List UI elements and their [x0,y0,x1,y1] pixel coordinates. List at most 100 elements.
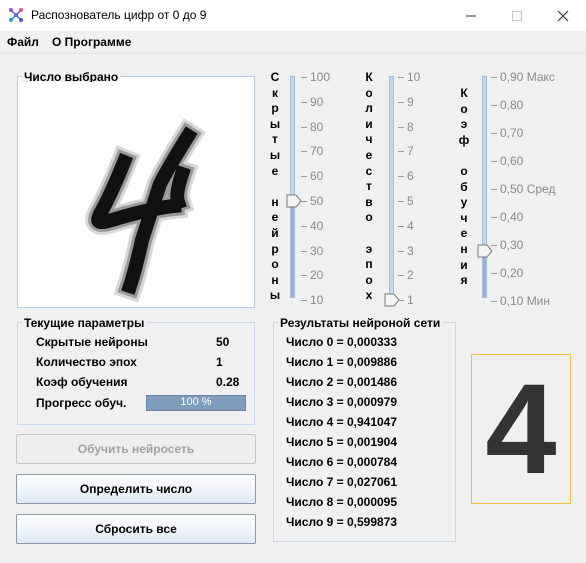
result-line: Число 5 = 0,001904 [286,435,398,449]
slider-tick [398,126,404,128]
vertical-label-char: К [365,70,373,84]
result-line: Число 7 = 0,027061 [286,475,398,489]
slider-tick-label: 0,50 Сред [500,182,556,196]
hidden-neurons-label-text: Скрытые нейроны [268,70,282,304]
vertical-label-char: ч [365,132,373,147]
minimize-button[interactable] [448,0,494,31]
slider-tick [301,225,307,227]
slider-tick-label: 4 [407,218,414,233]
epochs-track[interactable] [389,76,394,298]
slider-tick [398,77,404,78]
vertical-label-char: э [365,241,373,256]
vertical-label-char: и [365,116,373,131]
slider-tick [301,275,307,277]
learning-rate-track[interactable] [482,76,487,298]
reset-all-button[interactable]: Сбросить все [16,514,256,544]
slider-tick [491,133,497,134]
vertical-label-char: э [460,117,468,132]
slider-tick-label: 0,30 [500,238,524,252]
learning-rate-label-text: Коэф обучения [457,86,471,289]
vertical-label-char: е [460,226,468,241]
vertical-label-char: о [365,272,373,287]
slider-tick [491,161,497,162]
param-value-learning-rate: 0.28 [216,375,240,389]
slider-tick [398,201,404,202]
vertical-label-char: ы [269,147,281,162]
app-network-icon [9,8,23,22]
slider-tick-label: 10 [310,293,324,308]
vertical-label-char: х [365,288,373,303]
result-line: Число 3 = 0,000979 [286,395,398,409]
slider-tick [491,105,497,106]
slider-tick-label: 50 [310,194,324,208]
param-value-epochs: 1 [216,355,223,369]
slider-tick [398,176,404,178]
learning-rate-label: Коэф обучения [457,86,471,289]
param-label-learning-rate: Коэф обучения [36,375,128,389]
slider-tick [301,77,307,78]
window-title: Распознователь цифр от 0 до 9 [31,8,207,22]
minimize-icon [466,15,476,17]
menu-about[interactable]: О Программе [52,35,131,49]
slider-tick-label: 2 [407,268,414,283]
slider-tick-label: 0,40 [500,210,524,224]
slider-tick-label: 20 [310,268,324,283]
slider-tick-label: 0,20 [500,266,524,280]
vertical-label-char: К [460,86,468,100]
vertical-label-char: ы [269,116,281,131]
vertical-label-char: н [271,194,279,209]
hidden-neurons-track-fill [291,201,294,297]
vertical-label-char: н [271,272,279,287]
drawing-canvas[interactable] [20,82,252,304]
hidden-neurons-thumb[interactable] [286,194,302,208]
result-line: Число 8 = 0,000095 [286,495,398,509]
vertical-label-char: с [365,163,373,178]
pen-stroke [170,165,191,211]
result-line: Число 6 = 0,000784 [286,455,398,469]
slider-tick [398,101,404,103]
slider-tick-label: 80 [310,119,324,134]
predicted-digit: 4 [485,358,557,501]
slider-tick-label: 0,60 [500,154,524,168]
vertical-label-char: б [460,179,468,194]
learning-rate-thumb[interactable] [477,244,493,258]
maximize-icon [512,11,522,21]
progress-label: Прогресс обуч. [36,396,127,410]
slider-tick [398,250,404,252]
slider-tick-label: 60 [310,169,324,184]
vertical-label-char: о [365,210,373,225]
hidden-neurons-track[interactable] [290,76,295,298]
close-button[interactable] [540,0,586,31]
slider-tick [301,151,307,153]
slider-tick [301,176,307,178]
vertical-label-char: р [271,101,279,116]
result-line: Число 9 = 0,599873 [286,515,398,529]
recognize-digit-button[interactable]: Определить число [16,474,256,504]
slider-tick [301,101,307,103]
slider-tick-label: 0,90 Макс [500,70,555,84]
slider-tick-label: 70 [310,144,324,159]
slider-tick [301,250,307,252]
train-network-button[interactable]: Обучить нейросеть [16,434,256,464]
close-icon [557,10,569,22]
vertical-label-char: е [271,163,279,178]
vertical-label-char: о [460,101,468,116]
slider-tick [491,301,497,302]
slider-tick-label: 100 [310,70,331,84]
vertical-label-char: н [460,241,468,256]
vertical-label-char: и [460,257,468,272]
slider-tick [491,189,497,190]
slider-tick [301,201,307,202]
params-panel-title: Текущие параметры [22,316,147,330]
slider-tick-label: 0,80 [500,98,524,112]
param-value-hidden-neurons: 50 [216,335,230,349]
slider-tick-label: 0,70 [500,126,524,140]
menu-file[interactable]: Файл [7,35,39,49]
vertical-label-char: е [271,210,279,225]
maximize-button[interactable] [494,0,540,31]
slider-tick-label: 10 [407,70,421,84]
slider-tick [398,225,404,227]
results-panel-title: Результаты нейроной сети [278,316,443,330]
vertical-label-char: р [271,241,279,256]
vertical-label-char [268,179,282,195]
